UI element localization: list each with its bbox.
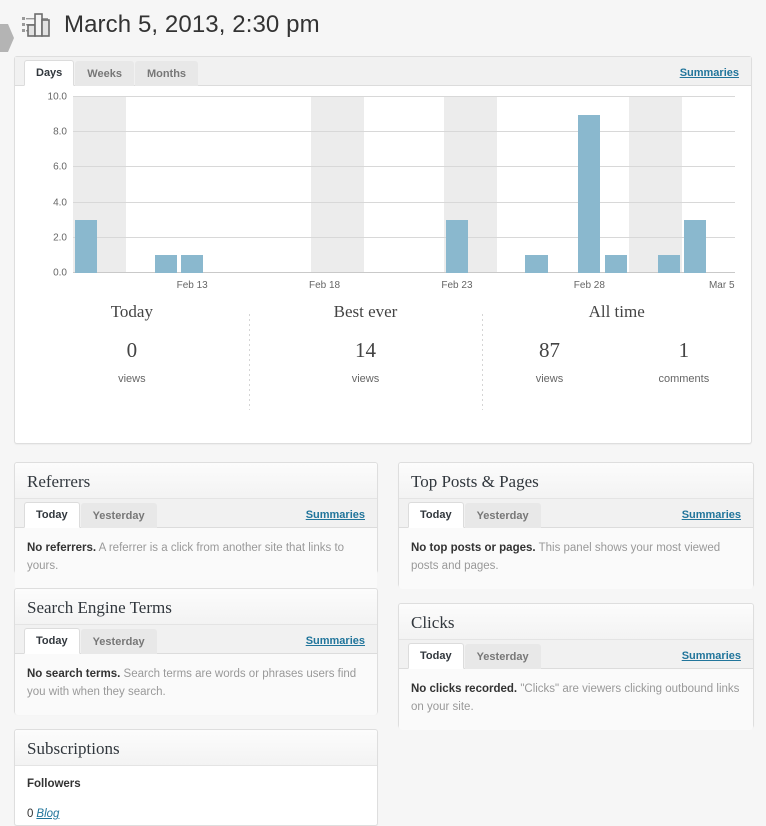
stat-value-best-ever-views: 14 bbox=[354, 338, 376, 362]
top-posts-tab-bar: Today Yesterday Summaries bbox=[399, 499, 753, 528]
views-chart-module: Days Weeks Months Summaries 0.0 2.0 4.0 6.0… bbox=[14, 56, 752, 444]
top-posts-empty-message: No top posts or pages. This panel shows … bbox=[399, 528, 753, 589]
referrers-tab-yesterday[interactable]: Yesterday bbox=[80, 503, 157, 528]
clicks-empty-strong: No clicks recorded. bbox=[411, 683, 518, 695]
chart-y-tick-label: 6.0 bbox=[53, 161, 67, 173]
subscriptions-blog-row: 0 Blog bbox=[27, 808, 365, 820]
bar-chart-icon bbox=[22, 11, 52, 39]
stat-unit-best-ever-views: views bbox=[351, 373, 380, 385]
page-title: March 5, 2013, 2:30 pm bbox=[64, 11, 320, 38]
chart-bar[interactable] bbox=[657, 255, 680, 273]
chart-y-tick-label: 8.0 bbox=[53, 126, 67, 138]
chart-y-tick-label: 4.0 bbox=[53, 197, 67, 209]
referrers-tab-today[interactable]: Today bbox=[24, 502, 80, 528]
clicks-title: Clicks bbox=[399, 604, 753, 640]
stat-group-all-time: All time 87 views 1 comments bbox=[482, 302, 751, 422]
subscriptions-panel: Subscriptions Followers 0 Blog bbox=[14, 729, 378, 826]
stat-value-today-views: 0 bbox=[126, 338, 138, 362]
referrers-empty-message: No referrers. A referrer is a click from… bbox=[15, 528, 377, 589]
top-posts-panel: Top Posts & Pages Today Yesterday Summar… bbox=[398, 462, 754, 589]
search-terms-summaries-link[interactable]: Summaries bbox=[306, 635, 365, 647]
chart-bar[interactable] bbox=[154, 255, 177, 273]
stat-label-best-ever: Best ever bbox=[333, 302, 398, 321]
chart-x-tick-label: Feb 18 bbox=[308, 280, 341, 291]
subscriptions-followers-heading: Followers bbox=[27, 778, 81, 790]
chart-summaries-link[interactable]: Summaries bbox=[680, 67, 739, 79]
clicks-tab-yesterday[interactable]: Yesterday bbox=[464, 644, 541, 669]
top-posts-tab-yesterday[interactable]: Yesterday bbox=[464, 503, 541, 528]
tab-days[interactable]: Days bbox=[24, 60, 75, 86]
stats-dashboard: March 5, 2013, 2:30 pm Days Weeks Months… bbox=[0, 0, 766, 826]
stat-col-today-views: 0 views bbox=[15, 338, 249, 385]
stat-unit-all-time-comments: comments bbox=[658, 373, 710, 385]
chart-shaded-band bbox=[311, 97, 365, 273]
referrers-tab-bar: Today Yesterday Summaries bbox=[15, 499, 377, 528]
search-terms-title: Search Engine Terms bbox=[15, 589, 377, 625]
clicks-summaries-link[interactable]: Summaries bbox=[682, 650, 741, 662]
stat-value-all-time-comments: 1 bbox=[678, 338, 690, 362]
stat-unit-today-views: views bbox=[118, 373, 146, 385]
stat-group-today: Today 0 views bbox=[15, 302, 249, 422]
subscriptions-blog-link[interactable]: Blog bbox=[36, 808, 59, 820]
clicks-empty-message: No clicks recorded. "Clicks" are viewers… bbox=[399, 669, 753, 730]
chart-bar[interactable] bbox=[75, 220, 98, 273]
chart-gridline bbox=[73, 131, 735, 133]
top-posts-tab-today[interactable]: Today bbox=[408, 502, 464, 528]
chart-bar[interactable] bbox=[578, 114, 601, 273]
stat-col-best-ever-views: 14 views bbox=[249, 338, 483, 385]
chart-gridline bbox=[73, 166, 735, 168]
stat-label-today: Today bbox=[110, 302, 153, 321]
clicks-tab-today[interactable]: Today bbox=[408, 643, 464, 669]
referrers-summaries-link[interactable]: Summaries bbox=[306, 509, 365, 521]
chart-gridline bbox=[73, 201, 735, 203]
stat-col-all-time-views: 87 views bbox=[482, 338, 616, 385]
chart-shaded-band bbox=[629, 97, 683, 273]
chart-bar[interactable] bbox=[604, 255, 627, 273]
chart-tab-bar: Days Weeks Months Summaries bbox=[15, 57, 751, 86]
referrers-title: Referrers bbox=[15, 463, 377, 499]
stats-summary-row: Today 0 views Best ever 14 views All tim… bbox=[15, 302, 751, 422]
search-terms-tab-bar: Today Yesterday Summaries bbox=[15, 625, 377, 654]
top-posts-summaries-link[interactable]: Summaries bbox=[682, 509, 741, 521]
subscriptions-count: 0 bbox=[27, 808, 34, 820]
stat-label-all-time: All time bbox=[588, 302, 645, 321]
chart-x-tick-label: Feb 13 bbox=[176, 280, 208, 291]
search-terms-tab-yesterday[interactable]: Yesterday bbox=[80, 629, 157, 654]
stat-col-all-time-comments: 1 comments bbox=[617, 338, 751, 385]
top-posts-empty-strong: No top posts or pages. bbox=[411, 542, 536, 554]
stat-group-best-ever: Best ever 14 views bbox=[248, 302, 483, 422]
search-terms-empty-strong: No search terms. bbox=[27, 668, 121, 680]
chart-x-tick-label: Feb 23 bbox=[441, 280, 473, 291]
chart-y-tick-label: 10.0 bbox=[47, 91, 67, 103]
tab-months[interactable]: Months bbox=[134, 61, 199, 86]
search-terms-panel: Search Engine Terms Today Yesterday Summ… bbox=[14, 588, 378, 715]
page-header: March 5, 2013, 2:30 pm bbox=[0, 0, 766, 50]
tab-weeks[interactable]: Weeks bbox=[75, 61, 134, 86]
chart-bar[interactable] bbox=[684, 220, 707, 273]
referrers-panel: Referrers Today Yesterday Summaries No r… bbox=[14, 462, 378, 589]
chart-y-tick-label: 0.0 bbox=[53, 267, 67, 279]
chart-y-tick-label: 2.0 bbox=[53, 232, 67, 244]
chart-bar[interactable] bbox=[181, 255, 204, 273]
stat-value-all-time-views: 87 bbox=[538, 338, 560, 362]
chart-canvas: 0.0 2.0 4.0 6.0 8.0 10.0 Feb 13 Feb 18 Feb 23 Feb… bbox=[15, 86, 751, 301]
chart-gridline bbox=[73, 96, 735, 97]
search-terms-empty-message: No search terms. Search terms are words … bbox=[15, 654, 377, 715]
top-posts-title: Top Posts & Pages bbox=[399, 463, 753, 499]
chart-x-tick-label: Feb 28 bbox=[573, 280, 605, 291]
clicks-tab-bar: Today Yesterday Summaries bbox=[399, 640, 753, 669]
referrers-empty-strong: No referrers. bbox=[27, 542, 97, 554]
chart-gridline bbox=[73, 236, 735, 238]
chart-plot-area: 0.0 2.0 4.0 6.0 8.0 10.0 Feb 13 Feb 18 Feb 23 Feb… bbox=[48, 92, 735, 291]
chart-bar[interactable] bbox=[445, 220, 469, 273]
subscriptions-body: Followers 0 Blog bbox=[15, 766, 377, 820]
search-terms-tab-today[interactable]: Today bbox=[24, 628, 80, 654]
clicks-panel: Clicks Today Yesterday Summaries No clic… bbox=[398, 603, 754, 730]
stat-unit-all-time-views: views bbox=[535, 373, 564, 385]
chart-bar[interactable] bbox=[525, 255, 548, 273]
chart-x-tick-label: Mar 5 bbox=[708, 280, 735, 291]
subscriptions-title: Subscriptions bbox=[15, 730, 377, 766]
